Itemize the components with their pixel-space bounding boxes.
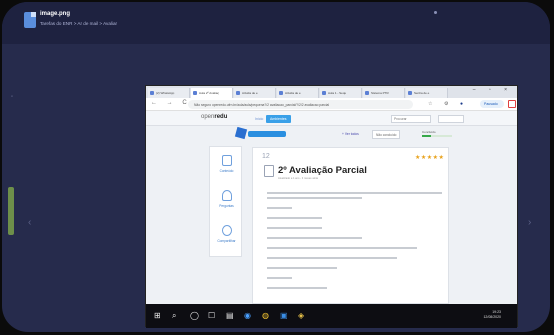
nav-home[interactable]: Início: [251, 115, 267, 123]
image-viewer: image.png Tarefas do ENR > Ar de mail > …: [2, 2, 550, 332]
lesson-subtitle: Atualizado a 1 ano - 3 meses atrás: [278, 177, 319, 180]
lesson-card: 12 ★★★★★ 2º Avaliação Parcial Atualizado…: [252, 147, 449, 304]
body-text-line: [267, 287, 327, 289]
body-text-line: [267, 192, 442, 194]
openredu-logo[interactable]: openredu: [201, 114, 227, 120]
url-field[interactable]: Não seguro openredu.ufrn.br/aula/aula/pe…: [188, 100, 413, 109]
sidebar-item-conteudo[interactable]: Conteúdo: [210, 155, 243, 173]
screenshot-image: (2) WhatsApp Aula 2º Avaliaç Ativida de …: [145, 85, 518, 328]
sidebar-item-compartilhar[interactable]: Compartilhar: [210, 225, 243, 243]
share-icon: [221, 225, 232, 236]
body-text-line: [267, 247, 417, 249]
lesson-title: 2º Avaliação Parcial: [278, 165, 367, 176]
sidebar-item-label: Perguntas: [219, 204, 234, 208]
browser-tab-strip: (2) WhatsApp Aula 2º Avaliaç Ativida de …: [146, 86, 517, 98]
sidebar-item-label: Compartilhar: [217, 239, 236, 243]
body-text-line: [267, 227, 322, 229]
body-text-line: [267, 197, 362, 199]
start-icon[interactable]: ⊞: [154, 311, 161, 320]
page-icon: [221, 155, 232, 166]
image-file-icon: [24, 12, 36, 28]
screen-frame: image.png Tarefas do ENR > Ar de mail > …: [0, 0, 554, 335]
next-image-icon[interactable]: ›: [528, 217, 531, 228]
lesson-number: 12: [262, 153, 270, 160]
logo-bold: redu: [214, 114, 228, 120]
progress-fill: [422, 135, 431, 137]
logo-main: open: [201, 114, 215, 120]
paused-profile-button[interactable]: Pausado: [480, 100, 504, 108]
nav-ambientes[interactable]: Ambientes: [266, 115, 291, 123]
previous-image-icon[interactable]: ‹: [28, 217, 31, 228]
clock-date: 12/08/2020: [483, 315, 501, 319]
progress-track: [422, 135, 452, 137]
not-completed-button[interactable]: Não concluído: [372, 130, 401, 139]
cortana-icon[interactable]: ◯: [190, 311, 199, 320]
banner-shape-icon: [234, 126, 248, 140]
sidebar-item-label: Conteúdo: [219, 169, 234, 173]
banner-text-shape: [248, 131, 286, 137]
extension-icon[interactable]: ⚙: [444, 101, 448, 107]
body-text-line: [267, 217, 322, 219]
document-icon: [264, 165, 274, 177]
body-text-line: [267, 237, 362, 239]
body-text-line: [267, 257, 397, 259]
task-view-icon[interactable]: ☐: [208, 311, 215, 320]
user-menu[interactable]: [438, 115, 464, 123]
address-bar-row: ← → C ⌂ Não seguro openredu.ufrn.br/aula…: [146, 98, 517, 111]
side-panel-handle[interactable]: [8, 187, 14, 235]
file-explorer-icon[interactable]: ▤: [226, 311, 234, 320]
bookmark-star-icon[interactable]: ☆: [428, 101, 432, 107]
edge-icon[interactable]: ◉: [244, 311, 251, 320]
search-icon[interactable]: ⌕: [172, 311, 176, 321]
viewer-header: image.png Tarefas do ENR > Ar de mail > …: [2, 2, 550, 44]
body-text-line: [267, 277, 292, 279]
taskbar-clock[interactable]: 19:23 12/08/2020: [483, 310, 501, 320]
rating-stars[interactable]: ★★★★★: [415, 154, 444, 161]
browser-tab[interactable]: Ativida de e: [234, 88, 276, 98]
lesson-sidebar: Conteúdo Perguntas Compartilhar: [209, 146, 242, 257]
windows-taskbar: ⊞ ⌕ ◯ ☐ ▤ ◉ ◍ ▣ ◈ 19:23 12/08/2020: [146, 304, 517, 328]
body-text-line: [267, 267, 337, 269]
browser-tab[interactable]: Sistema PTR: [363, 88, 405, 98]
left-edge-marker: ◦: [11, 94, 14, 100]
highlight-box-icon: [508, 100, 516, 108]
browser-tab[interactable]: (2) WhatsApp: [148, 88, 190, 98]
page-content: + Ver todos Não concluído Concluído Cont…: [146, 126, 517, 304]
app-icon[interactable]: ▣: [280, 311, 288, 320]
window-controls[interactable]: – ▫ ×: [473, 87, 513, 93]
question-icon: [221, 190, 232, 201]
status-dot-icon: [434, 11, 437, 14]
see-all-link[interactable]: + Ver todos: [342, 132, 359, 136]
profile-icon[interactable]: ●: [460, 101, 463, 107]
browser-tab[interactable]: Aula 1 - Sequ: [320, 88, 362, 98]
browser-tab[interactable]: Senha de e: [406, 88, 448, 98]
app-icon[interactable]: ◈: [298, 311, 304, 320]
chrome-icon[interactable]: ◍: [262, 311, 269, 320]
sidebar-item-perguntas[interactable]: Perguntas: [210, 190, 243, 208]
breadcrumb[interactable]: Tarefas do ENR > Ar de mail > Avaliar: [40, 21, 117, 26]
search-input[interactable]: Procurar: [391, 115, 431, 123]
body-text-line: [267, 207, 292, 209]
course-banner: [234, 126, 288, 141]
browser-tab[interactable]: Ativida de e: [277, 88, 319, 98]
site-navbar: openredu Início Ambientes Procurar: [146, 111, 517, 126]
progress-label: Concluído: [422, 130, 436, 134]
browser-tab-active[interactable]: Aula 2º Avaliaç: [191, 88, 233, 98]
progress-indicator: Concluído: [422, 130, 452, 139]
file-name: image.png: [40, 11, 71, 17]
